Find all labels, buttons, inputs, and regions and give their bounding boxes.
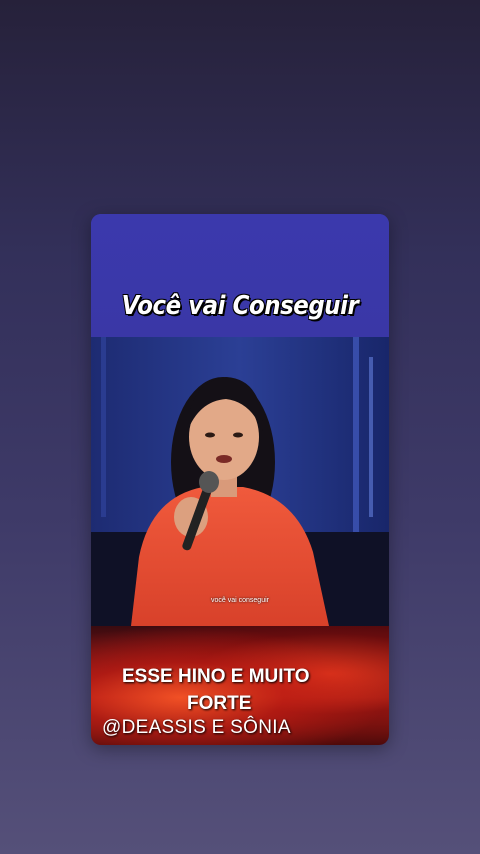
banner-line-1: ESSE HINO E MUITO [122,666,310,687]
video-title: Você vai Conseguir [121,291,359,321]
banner-line-2: FORTE [187,693,252,714]
banner-handle[interactable]: @DEASSIS E SÔNIA [102,717,291,739]
page-background: Você vai Conseguir você vai conseguir ES… [0,0,480,854]
singer-image [91,337,389,626]
card-header: Você vai Conseguir [91,214,389,337]
banner: ESSE HINO E MUITO FORTE @DEASSIS E SÔNIA [91,626,389,745]
video-caption: você vai conseguir [211,597,269,604]
video-frame[interactable]: você vai conseguir [91,337,389,626]
video-post-card[interactable]: Você vai Conseguir você vai conseguir ES… [91,214,389,745]
